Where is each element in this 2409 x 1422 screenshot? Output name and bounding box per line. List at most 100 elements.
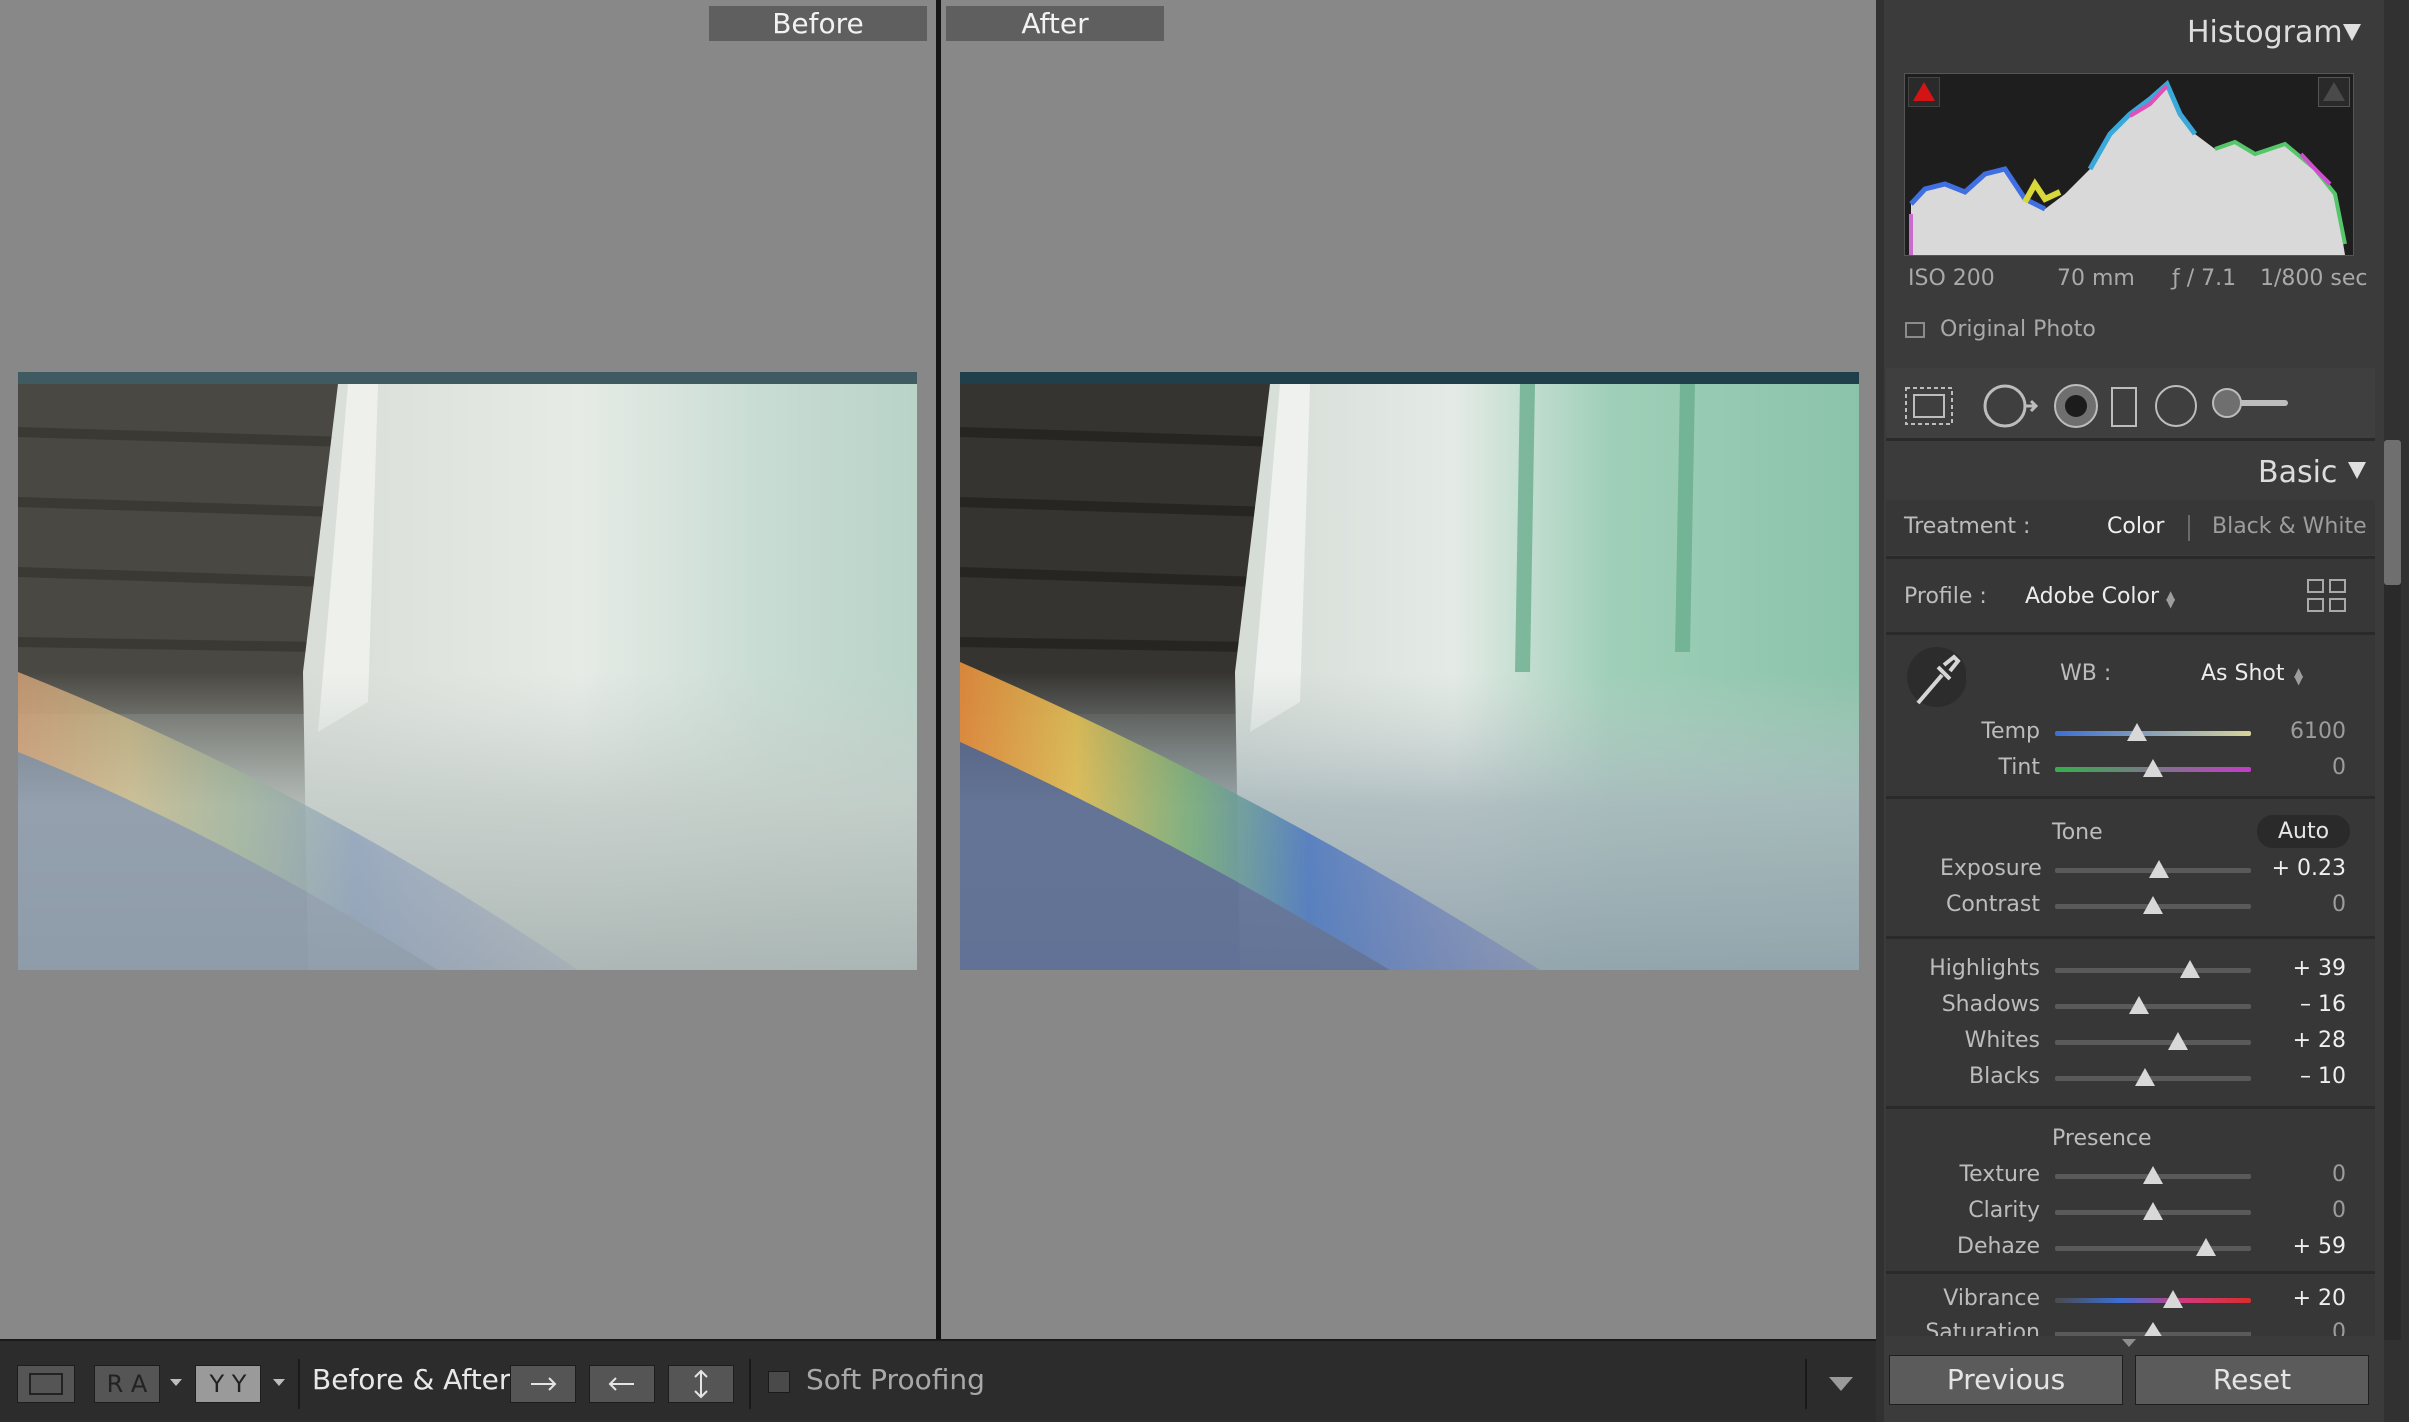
after-photo[interactable] <box>960 372 1859 970</box>
tone-label: Tone <box>2052 820 2103 845</box>
temp-label: Temp <box>1981 719 2040 744</box>
panel-scrollbar-thumb[interactable] <box>2384 440 2401 585</box>
clarity-value[interactable]: 0 <box>2266 1198 2346 1223</box>
ra-dropdown-caret[interactable] <box>170 1379 182 1386</box>
clarity-slider-knob[interactable] <box>2143 1202 2163 1220</box>
histogram-title[interactable]: Histogram <box>2187 15 2343 50</box>
basic-panel-title[interactable]: Basic <box>2258 455 2337 490</box>
blacks-label: Blacks <box>1969 1064 2040 1089</box>
loupe-icon <box>29 1373 63 1395</box>
copy-before-to-after-button[interactable] <box>510 1365 576 1403</box>
before-photo[interactable] <box>18 372 917 970</box>
toolbar-menu-caret-icon[interactable] <box>1829 1377 1853 1391</box>
temp-value[interactable]: 6100 <box>2266 719 2346 744</box>
auto-tone-button[interactable]: Auto <box>2257 815 2350 848</box>
exif-focal-length: 70 mm <box>2057 266 2135 291</box>
blacks-slider-knob[interactable] <box>2135 1068 2156 1086</box>
vibrance-slider[interactable] <box>2055 1298 2251 1303</box>
scroll-more-icon <box>2122 1339 2136 1347</box>
treatment-label: Treatment : <box>1904 514 2031 539</box>
treatment-bw-option[interactable]: Black & White <box>2212 514 2367 539</box>
waterfall-photo-after <box>960 372 1859 970</box>
blacks-value[interactable]: – 10 <box>2266 1064 2346 1089</box>
crop-overlay-icon <box>1905 387 1953 425</box>
soft-proofing-label: Soft Proofing <box>806 1363 985 1396</box>
original-photo-checkbox[interactable] <box>1905 322 1925 338</box>
whites-value[interactable]: + 28 <box>2266 1028 2346 1053</box>
shadows-value[interactable]: – 16 <box>2266 992 2346 1017</box>
bottom-toolbar: R A Y Y Before & After : Soft Proofing <box>0 1339 1876 1422</box>
profile-label: Profile : <box>1904 584 1987 609</box>
radial-filter-icon <box>2155 385 2197 427</box>
highlight-clipping-button[interactable] <box>2318 77 2350 107</box>
yy-dropdown-caret[interactable] <box>273 1379 285 1386</box>
highlights-slider[interactable] <box>2055 968 2251 973</box>
saturation-knob[interactable] <box>2143 1322 2163 1336</box>
swap-before-after-button[interactable] <box>668 1365 734 1403</box>
saturation-label: Saturation <box>1925 1320 2040 1336</box>
saturation-value[interactable]: 0 <box>2266 1320 2346 1336</box>
panel-divider <box>1886 438 2375 441</box>
tint-value[interactable]: 0 <box>2266 755 2346 780</box>
shadows-label: Shadows <box>1941 992 2040 1017</box>
texture-slider-knob[interactable] <box>2143 1166 2163 1184</box>
wb-eyedropper-icon[interactable] <box>1904 645 1966 715</box>
highlights-value[interactable]: + 39 <box>2266 956 2346 981</box>
exif-iso: ISO 200 <box>1908 266 1995 291</box>
shadows-slider[interactable] <box>2055 1004 2251 1009</box>
texture-label: Texture <box>1959 1162 2040 1187</box>
texture-value[interactable]: 0 <box>2266 1162 2346 1187</box>
copy-after-to-before-button[interactable] <box>589 1365 655 1403</box>
treatment-color-option[interactable]: Color <box>2107 514 2164 539</box>
dehaze-slider[interactable] <box>2055 1246 2251 1251</box>
spot-removal-icon <box>1983 384 2039 428</box>
exif-aperture: ƒ / 7.1 <box>2172 266 2237 291</box>
dehaze-slider-knob[interactable] <box>2195 1238 2216 1256</box>
temp-slider-knob[interactable] <box>2127 723 2148 741</box>
before-after-yy-button[interactable]: Y Y <box>195 1365 261 1403</box>
before-after-label: Before & After : <box>312 1363 529 1396</box>
saturation-row-clipped: Saturation 0 <box>1886 1318 2375 1336</box>
exposure-label: Exposure <box>1940 856 2042 881</box>
exif-shutter: 1/800 sec <box>2260 266 2368 291</box>
contrast-value[interactable]: 0 <box>2266 892 2346 917</box>
waterfall-photo-before <box>18 372 917 970</box>
histogram-collapse-icon[interactable] <box>2343 24 2361 41</box>
highlight-clipping-icon <box>2323 82 2345 101</box>
shadows-slider-knob[interactable] <box>2129 996 2150 1014</box>
wb-select[interactable]: As Shot <box>2201 661 2285 686</box>
whites-slider-knob[interactable] <box>2168 1032 2189 1050</box>
profile-updown-icon[interactable]: ▲ ▼ <box>2166 589 2175 609</box>
contrast-label: Contrast <box>1945 892 2040 917</box>
basic-collapse-icon[interactable] <box>2348 462 2366 479</box>
arrow-right-icon <box>531 1377 557 1391</box>
highlights-slider-knob[interactable] <box>2180 960 2201 978</box>
vibrance-value[interactable]: + 20 <box>2266 1286 2346 1311</box>
toolbar-separator <box>1805 1359 1807 1409</box>
profile-select[interactable]: Adobe Color <box>2025 584 2159 609</box>
shadow-clipping-button[interactable] <box>1908 77 1940 107</box>
exposure-slider-knob[interactable] <box>2148 860 2169 878</box>
loupe-view-button[interactable] <box>17 1365 75 1403</box>
adjustment-brush-icon <box>2212 388 2288 418</box>
whites-slider[interactable] <box>2055 1040 2251 1045</box>
treatment-separator <box>2188 515 2190 541</box>
exposure-value[interactable]: + 0.23 <box>2266 856 2346 881</box>
histogram-graph <box>1909 79 2347 255</box>
red-eye-icon <box>2054 384 2098 428</box>
tint-slider-knob[interactable] <box>2143 759 2163 777</box>
tool-icons <box>1905 384 2288 428</box>
previous-button[interactable]: Previous <box>1889 1355 2123 1405</box>
temp-slider[interactable] <box>2055 731 2251 736</box>
contrast-slider-knob[interactable] <box>2143 896 2163 914</box>
profile-browser-grid-icon[interactable] <box>2306 578 2348 614</box>
reset-button[interactable]: Reset <box>2135 1355 2369 1405</box>
dehaze-value[interactable]: + 59 <box>2266 1234 2346 1259</box>
wb-updown-icon[interactable]: ▲ ▼ <box>2294 666 2303 686</box>
after-label: After <box>946 6 1164 41</box>
clarity-label: Clarity <box>1968 1198 2040 1223</box>
before-after-ra-button[interactable]: R A <box>94 1365 160 1403</box>
vibrance-slider-knob[interactable] <box>2162 1290 2183 1308</box>
tint-label: Tint <box>1998 755 2040 780</box>
soft-proofing-checkbox[interactable] <box>768 1371 790 1393</box>
